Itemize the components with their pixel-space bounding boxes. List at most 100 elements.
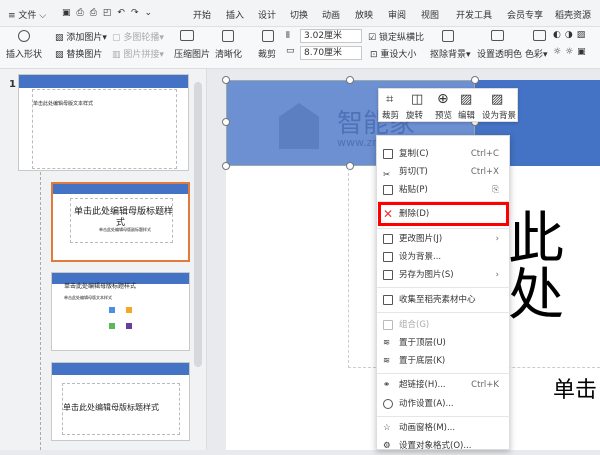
menu-paste[interactable]: 粘贴(P) ⎘ [377, 182, 511, 199]
resize-handle[interactable] [346, 76, 354, 84]
menu-animation-pane[interactable]: ☆ 动画窗格(M)... [377, 420, 511, 437]
mini-preview-button[interactable]: 预览 [435, 109, 452, 121]
thumbnail-scrollbar[interactable] [194, 82, 202, 367]
resize-handle[interactable] [222, 76, 230, 84]
menu-label: 置于顶层(U) [399, 338, 446, 348]
menu-hyperlink[interactable]: ⚭ 超链接(H)... Ctrl+K [377, 377, 511, 394]
clarity-button[interactable]: 清晰化 [215, 47, 242, 60]
paste-options-icon[interactable]: ⎘ [492, 182, 499, 199]
tab-animation[interactable]: 动画 [322, 8, 340, 21]
slide-title-text: 此处 [508, 207, 564, 328]
multi-carousel-button[interactable]: ▢ 多图轮播▾ [112, 30, 164, 43]
star-icon: ☆ [383, 423, 391, 433]
master-thumbnail[interactable]: 单击此处编辑母版文本样式 [18, 74, 189, 171]
tab-docer[interactable]: 稻壳资源 [555, 8, 591, 21]
media-placeholder-icon [126, 323, 132, 329]
menu-format-object[interactable]: ⚙ 设置对象格式(O)... [377, 438, 511, 455]
scissors-icon: ✂ [383, 170, 391, 180]
quick-access-icons[interactable]: ▣⎙⎙◰↶↷⌄ [62, 8, 158, 18]
compress-icon [180, 30, 194, 44]
remove-background-button[interactable]: 抠除背景▾ [430, 47, 471, 60]
picture-splice-button[interactable]: ▥ 图片拼接▾ [112, 47, 164, 60]
tab-design[interactable]: 设计 [258, 8, 276, 21]
picture-placeholder-icon [109, 307, 115, 313]
tab-slideshow[interactable]: 放映 [355, 8, 373, 21]
layout-thumbnail[interactable]: 单击此处编辑母版标题样式 单击此处编辑母版文本样式 [51, 272, 190, 351]
color-label: 色彩 [525, 50, 544, 60]
mini-set-background-button[interactable]: 设为背景 [482, 109, 516, 121]
resize-handle[interactable] [222, 162, 230, 170]
picture-splice-label: 图片拼接 [123, 50, 160, 60]
file-menu[interactable]: ≡ 文件 ⌵ [8, 8, 46, 21]
slide-subtitle-text: 单击 [553, 378, 598, 403]
replace-picture-button[interactable]: ▨ 替换图片 [55, 47, 102, 60]
height-icon: ⫴ [286, 31, 290, 41]
color-button[interactable]: 色彩▾ [525, 47, 548, 60]
menu-change-picture[interactable]: 更改图片(J) › [377, 231, 511, 248]
save-picture-icon [383, 270, 393, 280]
paste-icon [383, 185, 393, 195]
layout-thumbnail[interactable]: 单击此处编辑母版标题样式 [51, 362, 190, 441]
color-icon [533, 30, 546, 44]
menu-label: 置于底层(K) [399, 356, 446, 366]
reset-size-button[interactable]: ⊡ 重设大小 [370, 47, 416, 60]
add-picture-button[interactable]: ▨ 添加图片▾ [55, 30, 107, 43]
watermark-logo-icon [279, 103, 319, 149]
menu-label: 动画窗格(M)... [399, 423, 456, 433]
menu-label: 粘贴(P) [399, 185, 428, 195]
crop-button[interactable]: 裁剪 [258, 47, 276, 60]
format-icon: ⚙ [383, 441, 391, 451]
menu-collect[interactable]: 收集至稻壳素材中心 [377, 292, 511, 309]
width-icon: ▭ [286, 46, 295, 56]
menu-copy[interactable]: 复制(C) Ctrl+C [377, 146, 511, 163]
tab-developer[interactable]: 开发工具 [456, 8, 492, 21]
shortcut: Ctrl+C [470, 149, 499, 159]
menu-cut[interactable]: ✂ 剪切(T) Ctrl+X [377, 164, 511, 181]
tab-member[interactable]: 会员专享 [507, 8, 543, 21]
menu-save-as-picture[interactable]: 另存为图片(S) › [377, 267, 511, 284]
menu-label: 设置对象格式(O)... [399, 441, 472, 451]
tab-insert[interactable]: 插入 [226, 8, 244, 21]
table-placeholder-icon [109, 323, 115, 329]
tab-review[interactable]: 审阅 [388, 8, 406, 21]
menu-action-settings[interactable]: 动作设置(A)... [377, 396, 511, 413]
tab-view[interactable]: 视图 [421, 8, 439, 21]
tab-start[interactable]: 开始 [193, 8, 211, 21]
edit-picture-icon: ▨ [460, 92, 473, 107]
menu-label: 组合(G) [399, 320, 430, 330]
mini-crop-button[interactable]: 裁剪 [382, 109, 399, 121]
menu-set-background[interactable]: 设为背景... [377, 249, 511, 266]
insert-shape-button[interactable]: 插入形状 [6, 47, 42, 60]
remove-bg-label: 抠除背景 [430, 50, 467, 60]
width-input[interactable]: 8.70厘米 [300, 46, 362, 60]
tab-transition[interactable]: 切换 [290, 8, 308, 21]
change-picture-icon [383, 234, 393, 244]
rotate-icon: ◫ [411, 92, 424, 107]
height-input[interactable]: 3.02厘米 [300, 29, 362, 43]
brightness-contrast-icons[interactable]: ◐◑▨ [553, 30, 589, 40]
menu-bring-to-front[interactable]: ≋ 置于顶层(U) [377, 335, 511, 352]
adjust-icons[interactable]: ☼☼▣ [553, 47, 590, 57]
menu-label: 复制(C) [399, 149, 429, 159]
submenu-arrow-icon: › [495, 270, 499, 280]
layout-thumbnail-selected[interactable]: 单击此处编辑母版标题样 式 单击此处编辑母版副标题样式 [51, 182, 190, 262]
menu-send-to-back[interactable]: ≋ 置于底层(K) [377, 353, 511, 370]
file-label: 文件 [18, 11, 37, 21]
tree-line [40, 172, 41, 450]
context-menu: 复制(C) Ctrl+C ✂ 剪切(T) Ctrl+X 粘贴(P) ⎘ ✕ 删除(D) 更… [376, 135, 511, 451]
crop-icon [262, 30, 274, 45]
resize-handle[interactable] [222, 118, 230, 126]
lock-ratio-checkbox[interactable]: ☑ 锁定纵横比 [368, 30, 424, 43]
resize-handle[interactable] [471, 76, 479, 84]
mini-edit-button[interactable]: 编辑 [458, 109, 475, 121]
menu-label: 更改图片(J) [399, 234, 443, 244]
set-transparent-button[interactable]: 设置透明色 [477, 47, 522, 60]
reset-size-label: 重设大小 [380, 50, 417, 60]
menu-label: 另存为图片(S) [399, 270, 454, 280]
mini-rotate-button[interactable]: 旋转 [406, 109, 423, 121]
menu-bar: ≡ 文件 ⌵ ▣⎙⎙◰↶↷⌄ 开始 插入 设计 切换 动画 放映 审阅 视图 开… [0, 0, 600, 27]
compress-picture-button[interactable]: 压缩图片 [174, 47, 210, 60]
ribbon: 插入形状 ▨ 添加图片▾ ▨ 替换图片 ▢ 多图轮播▾ ▥ 图片拼接▾ 压缩图片… [0, 27, 600, 69]
mouse-icon [383, 399, 393, 409]
chart-placeholder-icon [126, 307, 132, 313]
